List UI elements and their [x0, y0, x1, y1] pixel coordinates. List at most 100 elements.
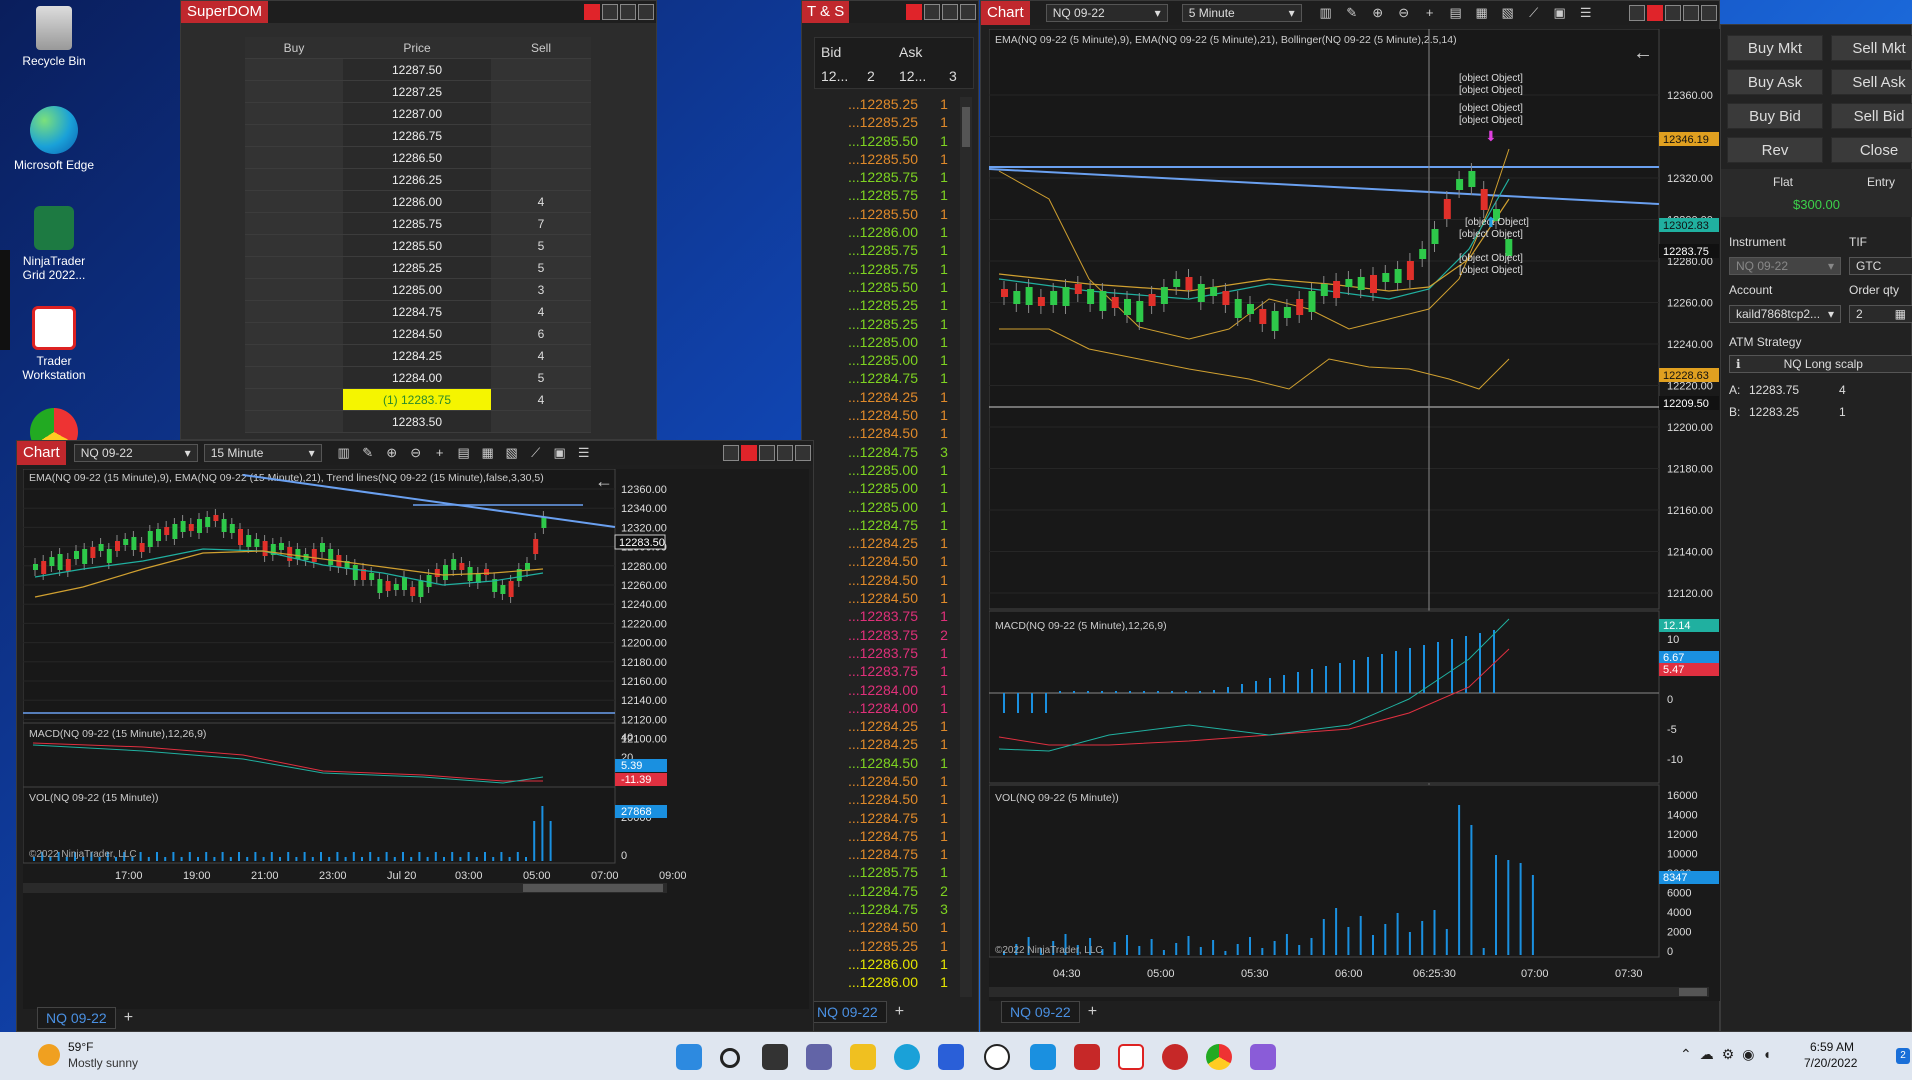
weather-icon[interactable] [38, 1044, 60, 1066]
maximize-button[interactable] [1683, 5, 1699, 21]
maximize-button[interactable] [942, 4, 958, 20]
dom-sell-cell[interactable] [491, 411, 591, 433]
chart5-link-button[interactable] [1647, 5, 1663, 21]
dom-sell-cell[interactable] [491, 147, 591, 169]
minimize-button[interactable] [602, 4, 618, 20]
indicators-icon[interactable]: ▧ [504, 446, 520, 460]
buy-bid-button[interactable]: Buy Bid [1727, 103, 1823, 129]
dom-buy-cell[interactable] [245, 169, 343, 191]
dom-row[interactable]: 12286.50 [245, 147, 591, 169]
dom-sell-cell[interactable]: 5 [491, 367, 591, 389]
dom-row[interactable]: 12287.25 [245, 81, 591, 103]
dell-icon[interactable] [984, 1044, 1010, 1070]
dom-sell-cell[interactable] [491, 81, 591, 103]
sell-mkt-button[interactable]: Sell Mkt [1831, 35, 1912, 61]
dom-buy-cell[interactable] [245, 367, 343, 389]
close-button[interactable] [795, 445, 811, 461]
search-icon[interactable] [720, 1048, 740, 1068]
sell-ask-button[interactable]: Sell Ask [1831, 69, 1912, 95]
start-icon[interactable] [676, 1044, 702, 1070]
chart15-instrument-tab[interactable]: NQ 09-22 [37, 1007, 116, 1029]
dom-sell-cell[interactable] [491, 59, 591, 81]
dom-row[interactable]: 12286.75 [245, 125, 591, 147]
maximize-button[interactable] [620, 4, 636, 20]
minimize-button[interactable] [1665, 5, 1681, 21]
ts-link-button[interactable] [906, 4, 922, 20]
chart15-interval-select[interactable]: 15 Minute ▾ [203, 444, 322, 462]
dom-sell-cell[interactable]: 4 [491, 345, 591, 367]
dom-sell-cell[interactable]: 4 [491, 389, 591, 411]
dom-row[interactable]: 12284.25 4 [245, 345, 591, 367]
dom-row[interactable]: 12284.75 4 [245, 301, 591, 323]
calculator-icon[interactable]: ▦ [1895, 307, 1906, 321]
dom-row[interactable]: 12284.00 5 [245, 367, 591, 389]
app-icon[interactable] [1030, 1044, 1056, 1070]
dom-sell-cell[interactable]: 4 [491, 191, 591, 213]
chart15-titlebar[interactable]: Chart NQ 09-22 ▾ 15 Minute ▾ ▥ ✎ ⊕ ⊖ + ▤ ▦… [17, 441, 813, 465]
zoom-in-icon[interactable]: ⊕ [1370, 6, 1386, 20]
dom-sell-cell[interactable] [491, 169, 591, 191]
list-icon[interactable]: ☰ [1578, 6, 1594, 20]
draw-tool-icon[interactable]: ✎ [1344, 6, 1360, 20]
chart15-instrument-select[interactable]: NQ 09-22 ▾ [73, 444, 198, 462]
chart5-interval-select[interactable]: 5 Minute ▾ [1181, 4, 1302, 22]
edge-taskbar-icon[interactable] [894, 1044, 920, 1070]
chart15-option-button[interactable] [723, 445, 739, 461]
ts-scrollbar[interactable] [960, 97, 972, 997]
dom-row[interactable]: 12285.50 5 [245, 235, 591, 257]
file-explorer-icon[interactable] [850, 1044, 876, 1070]
dom-sell-cell[interactable]: 3 [491, 279, 591, 301]
instrument-select[interactable]: NQ 09-22 ▾ [1729, 257, 1841, 275]
system-tray[interactable]: ⌃☁⚙◉◖ [1680, 1046, 1779, 1063]
dom-row[interactable]: 12285.75 7 [245, 213, 591, 235]
dom-sell-cell[interactable] [491, 125, 591, 147]
chart5-instrument-select[interactable]: NQ 09-22 ▾ [1045, 4, 1168, 22]
dom-buy-cell[interactable] [245, 213, 343, 235]
tif-select[interactable]: GTC [1849, 257, 1912, 275]
close-button[interactable] [638, 4, 654, 20]
dom-buy-cell[interactable] [245, 125, 343, 147]
dom-buy-cell[interactable] [245, 257, 343, 279]
dom-row[interactable]: (1) 12283.75 4 [245, 389, 591, 411]
data-box-icon[interactable]: ▦ [480, 446, 496, 460]
dom-buy-cell[interactable] [245, 323, 343, 345]
chart5-titlebar[interactable]: Chart NQ 09-22 ▾ 5 Minute ▾ ▥ ✎ ⊕ ⊖ + ▤ ▦ … [981, 1, 1719, 25]
dom-row[interactable]: 12287.50 [245, 59, 591, 81]
dom-buy-cell[interactable] [245, 81, 343, 103]
dom-buy-cell[interactable] [245, 103, 343, 125]
close-button[interactable] [960, 4, 976, 20]
list-icon[interactable]: ☰ [576, 446, 592, 460]
dom-buy-cell[interactable] [245, 147, 343, 169]
minimize-button[interactable] [759, 445, 775, 461]
desktop-icon-ninjatrader-grid[interactable]: NinjaTrader Grid 2022... [10, 206, 98, 282]
chart15-canvas[interactable]: 12360.0012340.0012320.0012300.0012280.00… [23, 469, 809, 1009]
bar-type-icon[interactable]: ▥ [1318, 6, 1334, 20]
dom-buy-cell[interactable] [245, 411, 343, 433]
strategies-icon[interactable]: ⟋ [528, 446, 544, 460]
chart15-link-button[interactable] [741, 445, 757, 461]
orderqty-input[interactable]: 2 ▦ [1849, 305, 1912, 323]
bar-type-icon[interactable]: ▥ [336, 446, 352, 460]
dom-sell-cell[interactable]: 7 [491, 213, 591, 235]
dom-buy-cell[interactable] [245, 389, 343, 411]
maximize-button[interactable] [777, 445, 793, 461]
zoom-out-icon[interactable]: ⊖ [1396, 6, 1412, 20]
dom-row[interactable]: 12285.25 5 [245, 257, 591, 279]
dom-row[interactable]: 12286.00 4 [245, 191, 591, 213]
ninjatrader-taskbar-icon[interactable] [1162, 1044, 1188, 1070]
desktop-icon-recycle-bin[interactable]: Recycle Bin [10, 6, 98, 68]
dom-sell-cell[interactable]: 4 [491, 301, 591, 323]
dom-buy-cell[interactable] [245, 59, 343, 81]
sell-bid-button[interactable]: Sell Bid [1831, 103, 1912, 129]
minimize-button[interactable] [924, 4, 940, 20]
chart5-option-button[interactable] [1629, 5, 1645, 21]
ts-titlebar[interactable]: T & S [802, 1, 978, 23]
buy-mkt-button[interactable]: Buy Mkt [1727, 35, 1823, 61]
chart5-canvas[interactable]: 12360.0012340.0012320.0012300.0012280.00… [989, 29, 1729, 1001]
add-tab-button[interactable]: + [124, 1009, 133, 1027]
add-tab-button[interactable]: + [1088, 1003, 1097, 1021]
zoom-out-icon[interactable]: ⊖ [408, 446, 424, 460]
chart5-instrument-tab[interactable]: NQ 09-22 [1001, 1001, 1080, 1023]
dom-buy-cell[interactable] [245, 235, 343, 257]
templates-icon[interactable]: ▣ [552, 446, 568, 460]
